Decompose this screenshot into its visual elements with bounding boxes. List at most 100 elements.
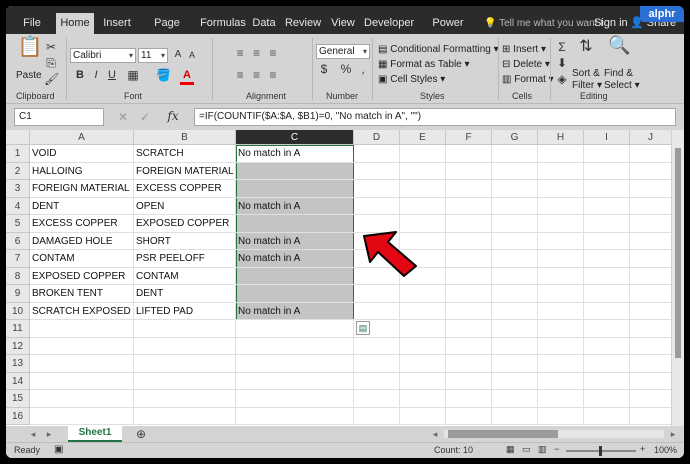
tab-file[interactable]: File bbox=[12, 13, 52, 34]
bold-button[interactable]: B bbox=[74, 68, 86, 82]
percent-button[interactable]: % bbox=[340, 62, 352, 76]
font-name-select[interactable]: Calibri ▾ bbox=[70, 48, 136, 63]
row-header-12[interactable]: 12 bbox=[6, 337, 30, 355]
horizontal-scrollbar[interactable] bbox=[444, 430, 664, 438]
column-header-h[interactable]: H bbox=[538, 130, 584, 145]
vertical-scrollbar-thumb[interactable] bbox=[675, 148, 681, 358]
horizontal-align-icons[interactable]: ≡ ≡ ≡ bbox=[218, 68, 298, 82]
decrease-font-icon[interactable]: A bbox=[186, 48, 198, 62]
zoom-in-icon[interactable]: + bbox=[640, 444, 645, 454]
quick-analysis-icon[interactable]: ▤ bbox=[356, 321, 370, 335]
column-header-f[interactable]: F bbox=[446, 130, 492, 145]
cell-c6[interactable]: No match in A bbox=[236, 233, 354, 251]
underline-button[interactable]: U bbox=[106, 68, 118, 82]
row-header-15[interactable]: 15 bbox=[6, 390, 30, 408]
format-as-table-button[interactable]: ▦ Format as Table ▾ bbox=[378, 59, 470, 70]
row-header-5[interactable]: 5 bbox=[6, 215, 30, 233]
tab-power-pivot[interactable]: Power Pivot bbox=[420, 13, 476, 50]
cell-b4[interactable]: OPEN bbox=[134, 198, 236, 216]
cell-b1[interactable]: SCRATCH bbox=[134, 145, 236, 163]
tab-view[interactable]: View bbox=[328, 13, 358, 34]
cell-b9[interactable]: DENT bbox=[134, 285, 236, 303]
cell-a5[interactable]: EXCESS COPPER bbox=[30, 215, 134, 233]
sort-filter-icon[interactable]: ⇅ bbox=[576, 39, 596, 55]
tab-data[interactable]: Data bbox=[250, 13, 278, 34]
find-select-icon[interactable]: 🔍 bbox=[608, 36, 630, 54]
select-all-corner[interactable] bbox=[6, 130, 30, 145]
cell-a8[interactable]: EXPOSED COPPER bbox=[30, 268, 134, 286]
delete-cells-button[interactable]: ⊟ Delete ▾ bbox=[502, 59, 550, 70]
tab-review[interactable]: Review bbox=[284, 13, 322, 34]
cell-c3[interactable] bbox=[236, 180, 354, 198]
paste-button[interactable]: Paste bbox=[16, 70, 42, 81]
macro-record-icon[interactable]: ▣ bbox=[54, 444, 63, 455]
cell-c7[interactable]: No match in A bbox=[236, 250, 354, 268]
zoom-slider-thumb[interactable] bbox=[599, 446, 602, 456]
format-painter-icon[interactable]: 🖌 bbox=[44, 72, 59, 86]
cell-a7[interactable]: CONTAM bbox=[30, 250, 134, 268]
name-box[interactable]: C1 bbox=[14, 108, 104, 126]
italic-button[interactable]: I bbox=[90, 68, 102, 82]
hscroll-left-icon[interactable]: ◂ bbox=[430, 427, 440, 441]
scroll-right-icon[interactable]: ▸ bbox=[44, 427, 54, 441]
row-header-10[interactable]: 10 bbox=[6, 302, 30, 320]
row-header-9[interactable]: 9 bbox=[6, 285, 30, 303]
row-header-2[interactable]: 2 bbox=[6, 162, 30, 180]
row-header-8[interactable]: 8 bbox=[6, 267, 30, 285]
autosum-icon[interactable]: Σ bbox=[556, 40, 568, 54]
zoom-level[interactable]: 100% bbox=[654, 445, 677, 455]
vertical-align-icons[interactable]: ≡ ≡ ≡ bbox=[218, 46, 298, 60]
sort-filter-label[interactable]: Sort & bbox=[572, 68, 600, 79]
format-cells-button[interactable]: ▥ Format ▾ bbox=[502, 74, 554, 85]
currency-button[interactable]: $ bbox=[318, 62, 330, 76]
add-sheet-icon[interactable]: ⊕ bbox=[134, 427, 148, 441]
cell-b5[interactable]: EXPOSED COPPER bbox=[134, 215, 236, 233]
row-header-16[interactable]: 16 bbox=[6, 407, 30, 425]
cell-a10[interactable]: SCRATCH EXPOSED bbox=[30, 303, 134, 321]
cell-c5[interactable] bbox=[236, 215, 354, 233]
row-header-1[interactable]: 1 bbox=[6, 145, 30, 163]
copy-icon[interactable]: ⎘ bbox=[44, 56, 58, 70]
normal-view-icon[interactable]: ▦ bbox=[506, 444, 515, 455]
cell-c1[interactable]: No match in A bbox=[236, 145, 354, 163]
conditional-formatting-button[interactable]: ▤ Conditional Formatting ▾ bbox=[378, 44, 499, 55]
column-header-i[interactable]: I bbox=[584, 130, 630, 145]
row-header-14[interactable]: 14 bbox=[6, 372, 30, 390]
cell-a2[interactable]: HALLOING bbox=[30, 163, 134, 181]
column-header-c[interactable]: C bbox=[236, 130, 354, 145]
tab-developer[interactable]: Developer bbox=[364, 13, 414, 34]
cell-b10[interactable]: LIFTED PAD bbox=[134, 303, 236, 321]
sheet-tab-sheet1[interactable]: Sheet1 bbox=[68, 426, 122, 442]
tell-me-search[interactable]: 💡 Tell me what you want t bbox=[484, 13, 603, 34]
column-header-e[interactable]: E bbox=[400, 130, 446, 145]
cell-b7[interactable]: PSR PEELOFF bbox=[134, 250, 236, 268]
column-header-a[interactable]: A bbox=[30, 130, 134, 145]
fill-color-icon[interactable]: 🪣 bbox=[156, 68, 171, 82]
column-header-g[interactable]: G bbox=[492, 130, 538, 145]
hscroll-right-icon[interactable]: ▸ bbox=[668, 427, 678, 441]
number-format-select[interactable]: General ▾ bbox=[316, 44, 370, 59]
comma-button[interactable]: , bbox=[358, 62, 368, 76]
fill-icon[interactable]: ⬇ bbox=[556, 56, 568, 70]
cell-b2[interactable]: FOREIGN MATERIAL bbox=[134, 163, 236, 181]
cell-a1[interactable]: VOID bbox=[30, 145, 134, 163]
row-header-3[interactable]: 3 bbox=[6, 180, 30, 198]
cut-icon[interactable]: ✂ bbox=[44, 40, 58, 54]
row-header-11[interactable]: 11 bbox=[6, 320, 30, 338]
tab-home[interactable]: Home bbox=[56, 13, 94, 34]
cell-styles-button[interactable]: ▣ Cell Styles ▾ bbox=[378, 74, 445, 85]
page-break-view-icon[interactable]: ▥ bbox=[538, 444, 547, 455]
row-header-7[interactable]: 7 bbox=[6, 250, 30, 268]
cell-b8[interactable]: CONTAM bbox=[134, 268, 236, 286]
formula-input[interactable]: =IF(COUNTIF($A:$A, $B1)=0, "No match in … bbox=[194, 108, 676, 126]
clear-icon[interactable]: ◈ bbox=[556, 72, 568, 86]
insert-cells-button[interactable]: ⊞ Insert ▾ bbox=[502, 44, 546, 55]
cell-c8[interactable] bbox=[236, 268, 354, 286]
vertical-scrollbar[interactable] bbox=[671, 130, 684, 426]
row-header-13[interactable]: 13 bbox=[6, 355, 30, 373]
row-header-6[interactable]: 6 bbox=[6, 232, 30, 250]
page-layout-view-icon[interactable]: ▭ bbox=[522, 444, 531, 455]
cell-b6[interactable]: SHORT bbox=[134, 233, 236, 251]
horizontal-scrollbar-thumb[interactable] bbox=[448, 430, 558, 438]
find-select-label[interactable]: Find & bbox=[604, 68, 633, 79]
